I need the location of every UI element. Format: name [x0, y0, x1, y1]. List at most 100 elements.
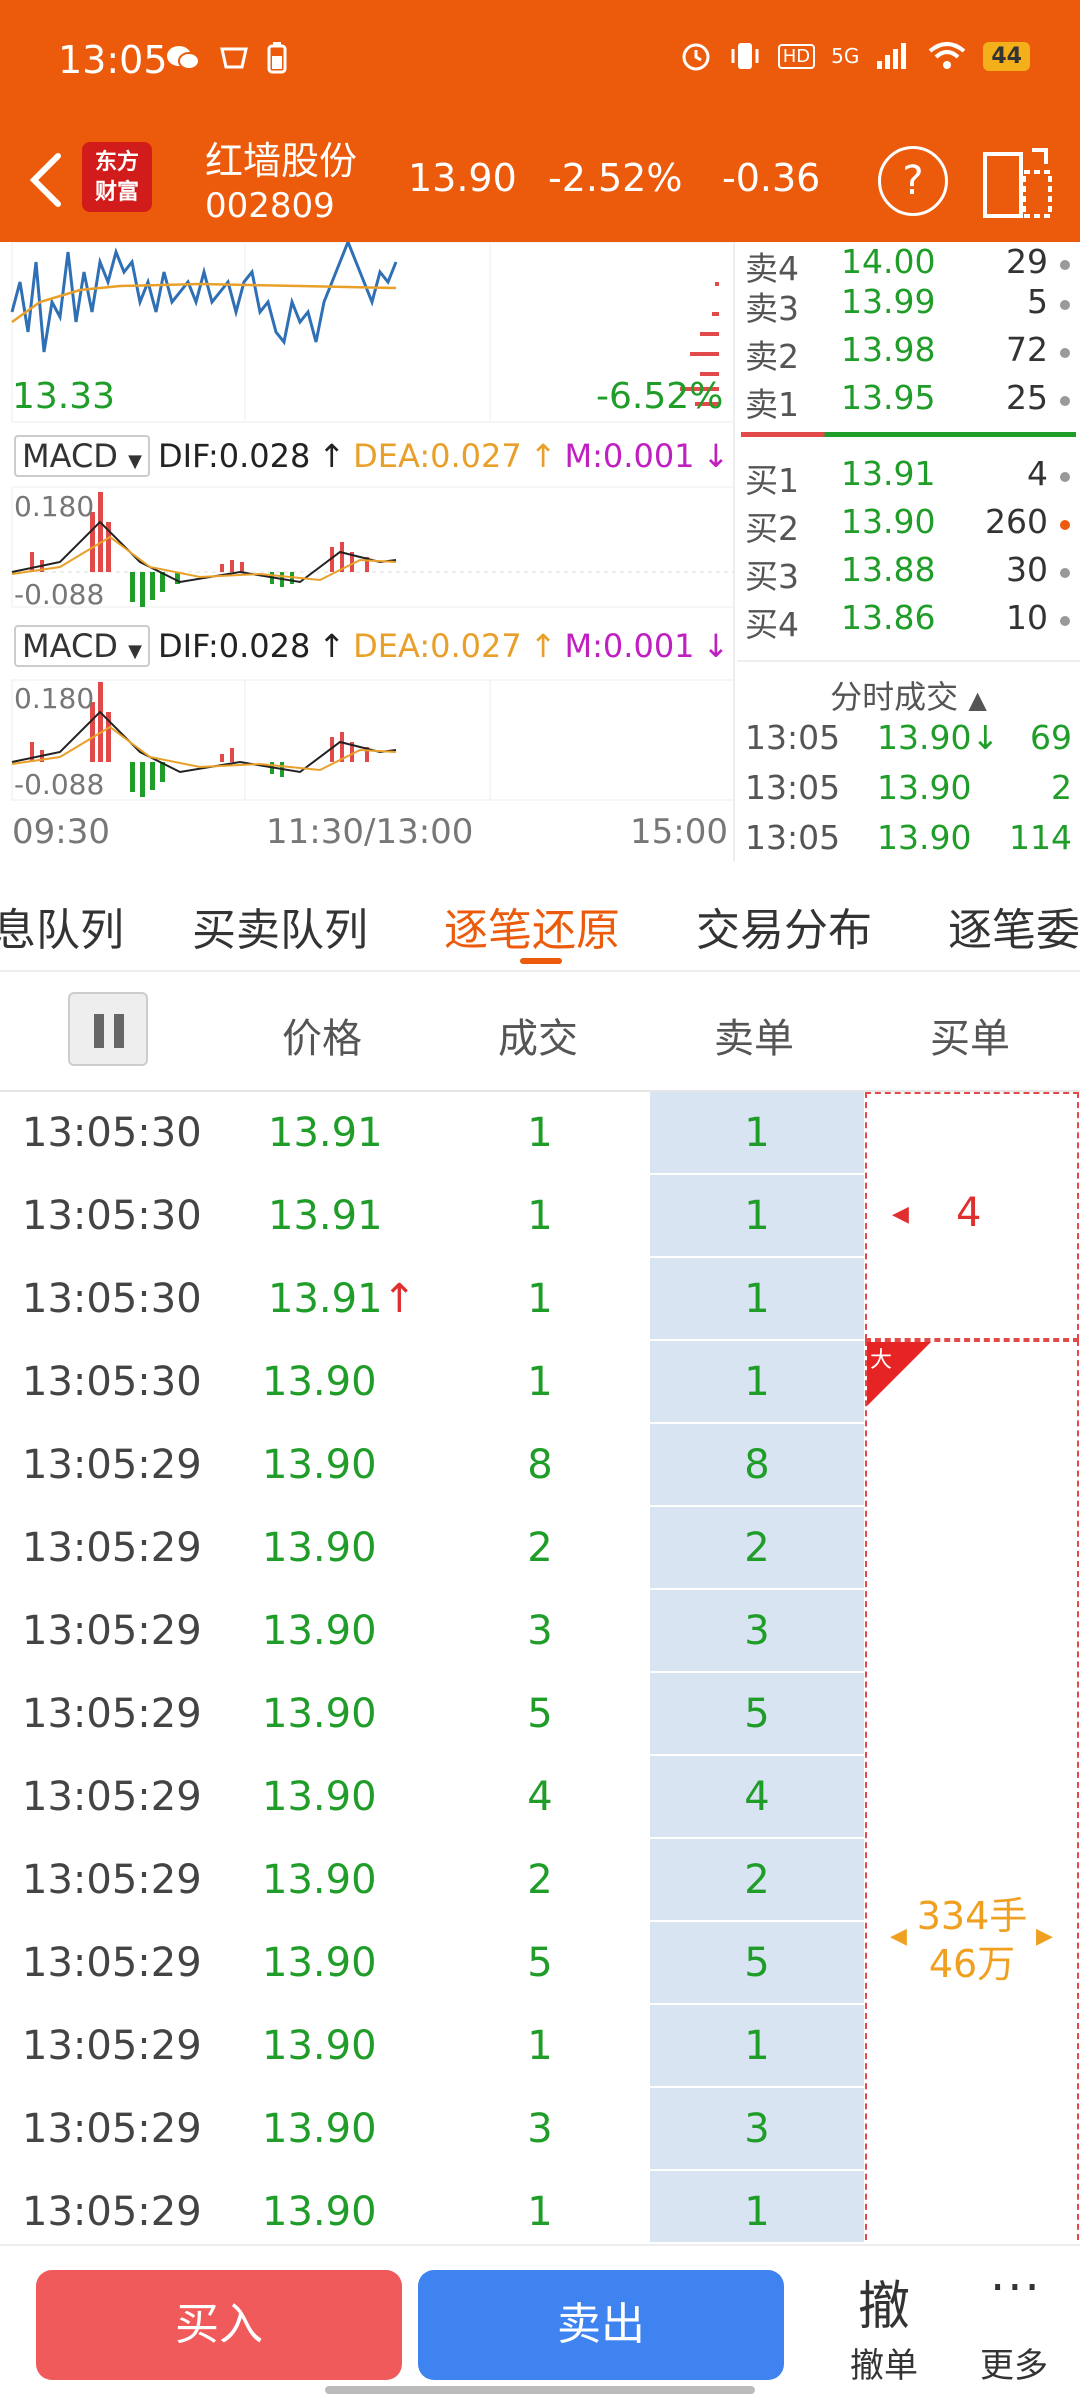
- table-row: 13:05:29 13.90 1 1: [22, 2189, 770, 2235]
- header: 13:05 HD 5G 44 东方 财富 红墙股份 002809 13.90 -…: [0, 0, 1080, 242]
- tick-table[interactable]: 13:05:30 13.91 1 1 13:05:30 13.91 1 1 13:05:30…: [0, 1092, 1080, 2242]
- bid-dot: [1060, 520, 1070, 530]
- ask-dot: [1060, 260, 1070, 270]
- status-bar: 13:05 HD 5G 44: [0, 0, 1080, 120]
- tab-tick-orders[interactable]: 逐笔委: [948, 894, 1080, 958]
- wifi-icon: [929, 42, 966, 69]
- battery-level: 44: [983, 41, 1030, 71]
- orderbook-divider: [741, 432, 1076, 437]
- triangle-up-icon: ▲: [968, 686, 987, 714]
- macd-selector-2[interactable]: MACD ▼: [14, 625, 150, 667]
- avg-line: [11, 282, 397, 324]
- cancel-label: 撤单: [850, 2346, 918, 2386]
- change-amount: -0.36: [722, 156, 821, 200]
- table-row: 13:05:29 13.90 5 5: [22, 1691, 770, 1737]
- ask-dot: [1060, 348, 1070, 358]
- header-volume: 成交: [498, 1016, 578, 1062]
- buy-order-value-2: 334手 46万: [916, 1894, 1028, 1986]
- macd1-bottom: -0.088: [14, 578, 105, 611]
- wechat-icon: [167, 46, 200, 70]
- table-row: 13:05:29 13.90 3 3: [22, 1608, 770, 1654]
- pause-icon-bar: [114, 1014, 124, 1048]
- macd2-bottom: -0.088: [14, 768, 105, 801]
- buy-button[interactable]: 买入: [36, 2270, 402, 2380]
- status-time: 13:05: [58, 38, 168, 82]
- chart-low-pct: -6.52%: [596, 376, 724, 417]
- trades-header[interactable]: 分时成交 ▲: [737, 660, 1080, 718]
- vibrate-icon: [731, 43, 759, 69]
- x-label-mid: 11:30/13:00: [266, 812, 474, 852]
- triangle-left-icon: ◀: [890, 1924, 907, 1949]
- cancel-icon: 撤: [858, 2277, 911, 2337]
- trade-row: 13:05 13.90 2: [745, 768, 1072, 807]
- header-sell-order: 卖单: [714, 1016, 794, 1062]
- status-right-icons: HD 5G 44: [680, 40, 1030, 72]
- ask-dot: [1060, 396, 1070, 406]
- change-percent: -2.52%: [548, 156, 683, 200]
- split-screen-icon[interactable]: [982, 144, 1054, 220]
- tab-tick-restore[interactable]: 逐笔还原: [444, 894, 620, 958]
- macd2-top: 0.180: [14, 682, 95, 715]
- order-book: 卖4 14.00 29 卖3 13.99 5 卖2 13.98 72 卖1 13.95 25 买…: [737, 242, 1080, 862]
- title-bar: 东方 财富 红墙股份 002809 13.90 -2.52% -0.36 ?: [0, 120, 1080, 242]
- bid-dot: [1060, 616, 1070, 626]
- ask-dot: [1060, 300, 1070, 310]
- table-row: 13:05:29 13.90 2 2: [22, 1525, 770, 1571]
- tab-bid-ask-queue[interactable]: 买卖队列: [192, 894, 368, 958]
- tab-trade-distribution[interactable]: 交易分布: [696, 894, 872, 958]
- back-arrow-icon[interactable]: [22, 150, 72, 210]
- up-arrow-icon: ↑: [382, 1276, 417, 1322]
- chart-low-price: 13.33: [12, 376, 116, 417]
- sell-button[interactable]: 卖出: [418, 2270, 784, 2380]
- alarm-icon: [682, 43, 710, 71]
- intraday-chart[interactable]: 13.33 -6.52% MACD ▼ DIF:0.028 ↑ DEA:0.027…: [0, 242, 735, 862]
- buy-order-value-1: 4: [956, 1190, 982, 1236]
- macd-indicator-1[interactable]: MACD ▼ DIF:0.028 ↑ DEA:0.027 ↑ M:0.001 ↓: [14, 434, 729, 478]
- stock-code: 002809: [205, 186, 335, 226]
- bottom-action-bar: 买入 卖出 撤 撤单 ··· 更多: [0, 2244, 1080, 2400]
- help-button[interactable]: ?: [878, 146, 948, 216]
- table-row: 13:05:30 13.91 1 1: [22, 1110, 770, 1156]
- home-indicator[interactable]: [325, 2386, 755, 2394]
- ask-row: 卖3 13.99 5: [741, 282, 1076, 330]
- current-price: 13.90: [408, 156, 517, 200]
- dropdown-icon: ▼: [128, 451, 142, 472]
- up-arrow-icon: ↑: [529, 437, 557, 475]
- ask-row: 卖1 13.95 25: [741, 378, 1076, 426]
- header-price: 价格: [282, 1016, 362, 1062]
- eastmoney-logo: 东方 财富: [82, 142, 152, 212]
- x-label-open: 09:30: [12, 812, 110, 852]
- battery-small-icon: [267, 42, 287, 74]
- cup-icon: [220, 47, 248, 69]
- up-arrow-icon: ↑: [318, 437, 346, 475]
- up-arrow-icon: ↑: [318, 627, 346, 665]
- table-row: 13:05:29 13.90 8 8: [22, 1442, 770, 1488]
- bid-dot: [1060, 568, 1070, 578]
- down-arrow-icon: ↓: [702, 437, 730, 475]
- table-row: 13:05:29 13.90 3 3: [22, 2106, 770, 2152]
- trade-row: 13:05 13.90↓ 69: [745, 718, 1072, 757]
- hd-badge: HD: [777, 43, 816, 69]
- big-order-badge-text: 大: [870, 1348, 893, 1373]
- header-buy-order: 买单: [930, 1016, 1010, 1062]
- table-header: 价格 成交 卖单 买单: [0, 972, 1080, 1092]
- more-dots-icon: ···: [990, 2260, 1042, 2316]
- price-line: [10, 242, 398, 353]
- pause-button[interactable]: [68, 992, 148, 1066]
- status-left-icons: [165, 42, 287, 74]
- table-row: 13:05:30 13.91 1 1: [22, 1193, 770, 1239]
- up-arrow-icon: ↑: [529, 627, 557, 665]
- detail-tabs: 息队列 买卖队列 逐笔还原 交易分布 逐笔委: [0, 862, 1080, 972]
- network-label: 5G: [831, 44, 860, 68]
- table-row: 13:05:29 13.90 1 1: [22, 2023, 770, 2069]
- down-arrow-icon: ↓: [702, 627, 730, 665]
- stock-name: 红墙股份: [205, 139, 358, 183]
- bid-row: 买2 13.90 260: [741, 502, 1076, 550]
- triangle-left-icon: ◀: [892, 1202, 909, 1227]
- more-label: 更多: [980, 2346, 1048, 2386]
- macd-indicator-2[interactable]: MACD ▼ DIF:0.028 ↑ DEA:0.027 ↑ M:0.001 ↓: [14, 624, 729, 668]
- bid-row: 买4 13.86 10: [741, 598, 1076, 646]
- signal-icon: [877, 43, 907, 69]
- macd-selector-1[interactable]: MACD ▼: [14, 435, 150, 477]
- tab-info-queue[interactable]: 息队列: [0, 894, 124, 958]
